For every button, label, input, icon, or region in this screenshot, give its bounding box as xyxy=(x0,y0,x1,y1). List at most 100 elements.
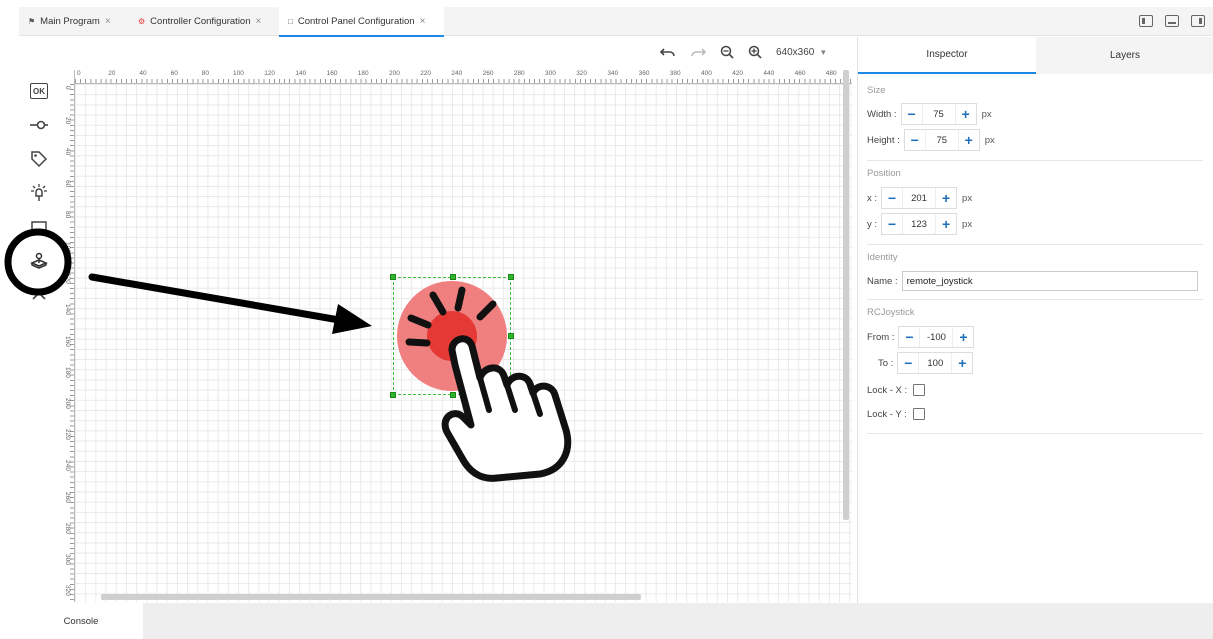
minus-icon[interactable]: − xyxy=(898,353,918,373)
vertical-scrollbar[interactable] xyxy=(843,70,849,520)
plus-icon[interactable]: + xyxy=(936,188,956,208)
tag-icon xyxy=(31,151,48,168)
tab-console[interactable]: Console xyxy=(19,603,143,639)
y-input[interactable]: 123 xyxy=(902,214,937,234)
tab-controller-configuration[interactable]: ⚙ Controller Configuration × xyxy=(129,7,270,36)
lock-y-checkbox[interactable] xyxy=(912,408,925,420)
left-panel-toggle-icon[interactable] xyxy=(1139,15,1153,27)
plus-icon[interactable]: + xyxy=(936,214,956,234)
x-input[interactable]: 201 xyxy=(902,188,937,208)
resize-handle[interactable] xyxy=(390,392,396,398)
tab-layers[interactable]: Layers xyxy=(1036,37,1213,74)
width-label: Width : xyxy=(867,108,897,120)
unit-label: px xyxy=(981,108,992,120)
slider-widget-tool[interactable] xyxy=(27,114,51,136)
inspector-panel: Inspector Layers Size Width : − 75 + px … xyxy=(857,37,1213,603)
slider-icon xyxy=(30,120,48,130)
joystick-icon xyxy=(30,252,48,269)
ruler-tick-label: 240 xyxy=(451,70,463,77)
plus-icon[interactable]: + xyxy=(953,327,973,347)
to-stepper: − 100 + xyxy=(897,352,974,374)
section-rcjoystick: RCJoystick xyxy=(867,307,1203,318)
tab-label: Control Panel Configuration xyxy=(297,15,415,27)
x-label: x : xyxy=(867,192,878,204)
ruler-tick-label: 300 xyxy=(64,554,71,565)
section-title: Identity xyxy=(867,252,898,263)
lock-y-row: Lock - Y : xyxy=(867,403,925,425)
close-icon[interactable]: × xyxy=(256,16,262,27)
tab-main-program[interactable]: ⚑ Main Program × xyxy=(19,7,120,36)
tab-label: Main Program xyxy=(40,16,100,27)
ruler-tick-label: 460 xyxy=(794,70,806,77)
bottom-panel-toggle-icon[interactable] xyxy=(1165,15,1179,27)
plus-icon[interactable]: + xyxy=(959,130,979,150)
zoom-in-icon[interactable] xyxy=(748,45,762,59)
plus-icon[interactable]: + xyxy=(952,353,972,373)
led-widget-tool[interactable] xyxy=(27,182,51,204)
from-stepper: − -100 + xyxy=(898,326,975,348)
plus-icon[interactable]: + xyxy=(956,104,976,124)
tab-label: Controller Configuration xyxy=(150,16,251,27)
width-input[interactable]: 75 xyxy=(921,104,956,124)
unit-label: px xyxy=(984,134,995,146)
display-widget-tool[interactable] xyxy=(27,216,51,238)
horizontal-scrollbar[interactable] xyxy=(101,594,641,600)
minus-icon[interactable]: − xyxy=(899,327,919,347)
minus-icon[interactable]: − xyxy=(905,130,925,150)
section-position: Position xyxy=(867,168,1203,179)
ruler-tick-label: 440 xyxy=(763,70,775,77)
height-input[interactable]: 75 xyxy=(924,130,959,150)
zoom-out-icon[interactable] xyxy=(720,45,734,59)
x-row: x : − 201 + px xyxy=(867,187,972,209)
ruler-tick-label: 120 xyxy=(264,70,276,77)
divider xyxy=(867,160,1203,161)
resolution-select[interactable]: 640x360 ▼ xyxy=(776,47,827,58)
button-widget-tool[interactable]: OK xyxy=(27,80,51,102)
joystick-knob[interactable] xyxy=(427,311,477,361)
resize-handle[interactable] xyxy=(450,392,456,398)
section-title: RCJoystick xyxy=(867,307,915,318)
ruler-tick-label: 60 xyxy=(64,179,71,187)
ruler-tick-label: 220 xyxy=(64,429,71,441)
ruler-tick-label: 160 xyxy=(326,70,338,77)
unit-label: px xyxy=(962,218,973,230)
label-widget-tool[interactable] xyxy=(27,148,51,170)
to-input[interactable]: 100 xyxy=(918,353,953,373)
lock-x-checkbox[interactable] xyxy=(913,384,926,396)
from-row: From : − -100 + xyxy=(867,326,975,348)
ruler-tick-label: 40 xyxy=(139,70,147,77)
ruler-tick-label: 80 xyxy=(201,70,210,77)
vertical-ruler: 0 20 40 60 80 100 120 140 160 180 200 220 240 260 280 3… xyxy=(61,70,75,602)
tab-control-panel-configuration[interactable]: □ Control Panel Configuration × xyxy=(279,7,444,37)
gear-icon: ⚙ xyxy=(138,17,146,26)
joystick-widget-tool[interactable] xyxy=(27,250,51,272)
ruler-tick-label: 140 xyxy=(64,304,71,316)
flag-icon: ⚑ xyxy=(28,17,36,26)
ruler-tick-label: 180 xyxy=(64,366,71,378)
divider xyxy=(867,299,1203,300)
resize-handle[interactable] xyxy=(390,274,396,280)
lock-x-label: Lock - X : xyxy=(867,384,908,396)
from-input[interactable]: -100 xyxy=(919,327,954,347)
tab-inspector[interactable]: Inspector xyxy=(858,37,1036,74)
resize-handle[interactable] xyxy=(508,333,514,339)
more-widget-tool[interactable] xyxy=(27,284,51,306)
close-icon[interactable]: × xyxy=(105,16,111,27)
layout-toggles xyxy=(1139,15,1205,27)
resize-handle[interactable] xyxy=(450,274,456,280)
resize-handle[interactable] xyxy=(508,274,514,280)
close-icon[interactable]: × xyxy=(420,16,426,27)
ruler-tick-label: 200 xyxy=(64,398,71,409)
minus-icon[interactable]: − xyxy=(882,188,902,208)
redo-icon[interactable] xyxy=(690,46,706,58)
joystick-widget[interactable] xyxy=(390,274,514,398)
ruler-tick-label: 380 xyxy=(669,70,681,77)
ruler-tick-label: 320 xyxy=(576,70,588,77)
minus-icon[interactable]: − xyxy=(882,214,902,234)
right-panel-toggle-icon[interactable] xyxy=(1191,15,1205,27)
y-row: y : − 123 + px xyxy=(867,213,972,235)
minus-icon[interactable]: − xyxy=(902,104,922,124)
name-input[interactable]: remote_joystick xyxy=(901,271,1198,291)
undo-icon[interactable] xyxy=(660,46,676,58)
chevron-up-icon xyxy=(32,291,46,300)
